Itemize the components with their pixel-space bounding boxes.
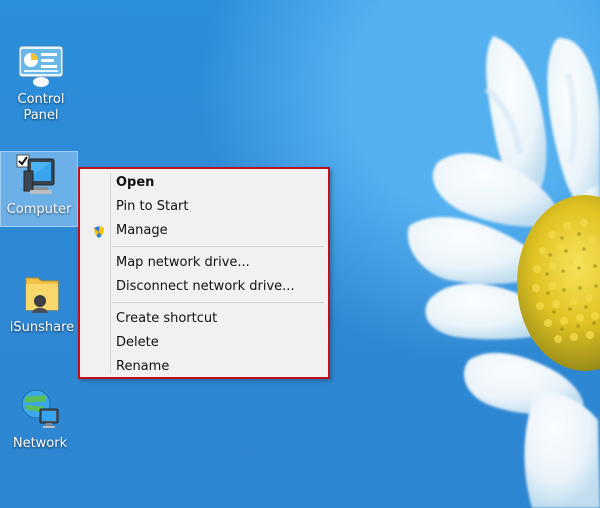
desktop-icon-label: iSunshare: [9, 320, 75, 335]
control-panel-icon: [17, 42, 65, 90]
menu-separator: [112, 246, 324, 247]
desktop-icon-network[interactable]: Network: [2, 386, 78, 452]
desktop-icon-control-panel[interactable]: Control Panel: [3, 42, 79, 124]
menu-item-map-network-drive[interactable]: Map network drive...: [84, 251, 324, 275]
network-icon: [16, 386, 64, 434]
menu-item-label: Disconnect network drive...: [116, 279, 295, 294]
menu-item-open[interactable]: Open: [84, 171, 324, 195]
menu-item-create-shortcut[interactable]: Create shortcut: [84, 307, 324, 331]
menu-item-label: Open: [116, 175, 155, 190]
desktop-icon-isunshare[interactable]: iSunshare: [4, 270, 80, 336]
menu-item-manage[interactable]: Manage: [84, 219, 324, 243]
menu-item-disconnect-network-drive[interactable]: Disconnect network drive...: [84, 275, 324, 299]
menu-item-label: Delete: [116, 335, 159, 350]
desktop-icon-computer[interactable]: Computer: [0, 151, 78, 227]
menu-item-label: Rename: [116, 359, 170, 374]
context-menu: Open Pin to Start Manage Map network dri…: [78, 167, 330, 379]
menu-item-label: Pin to Start: [116, 199, 189, 214]
desktop-icon-label: Computer: [6, 202, 72, 217]
computer-icon: [15, 152, 63, 200]
menu-item-label: Map network drive...: [116, 255, 250, 270]
menu-item-delete[interactable]: Delete: [84, 331, 324, 355]
user-folder-icon: [18, 270, 66, 318]
desktop-icon-label: Network: [12, 436, 68, 451]
menu-item-pin-to-start[interactable]: Pin to Start: [84, 195, 324, 219]
menu-item-rename[interactable]: Rename: [84, 355, 324, 379]
desktop-icon-label: Control Panel: [17, 92, 65, 123]
desktop: Control Panel Computer iSunshare Network…: [0, 0, 600, 508]
menu-item-label: Manage: [116, 223, 168, 238]
menu-separator: [112, 302, 324, 303]
shield-icon: [92, 224, 106, 238]
menu-item-label: Create shortcut: [116, 311, 218, 326]
